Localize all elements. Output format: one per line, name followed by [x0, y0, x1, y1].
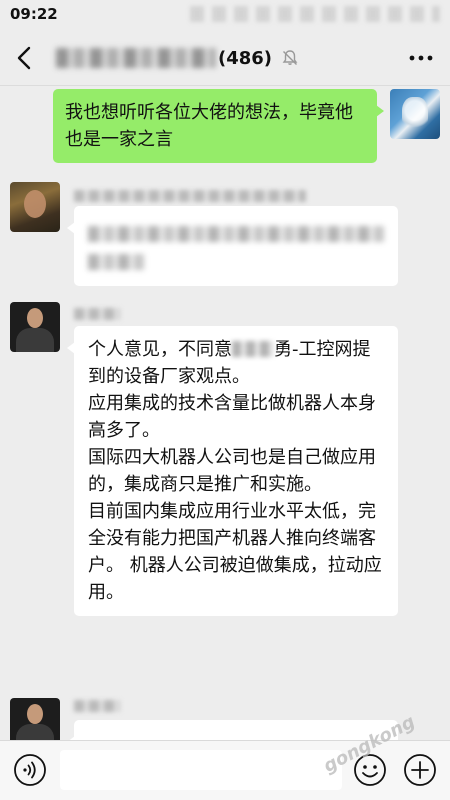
sender-name-blurred — [74, 700, 120, 712]
more-dots-icon — [409, 55, 433, 61]
message-bubble-incoming-blurred[interactable] — [67, 206, 398, 286]
message-paragraph: 应用集成的技术含量比做机器人本身高多了。 — [88, 393, 376, 441]
message-text: 个人意见，不同意 — [88, 339, 232, 360]
more-options-button[interactable] — [406, 48, 436, 68]
chat-message-list[interactable]: 我也想听听各位大佬的想法，毕竟他也是一家之言 个人意见，不同意 勇-工控网提到的设… — [0, 86, 450, 740]
avatar-sender-3[interactable] — [10, 698, 60, 740]
message-paragraph: 个人意见，不同意 勇-工控网提到的设备厂家观点。 — [88, 336, 386, 390]
mute-bell-icon — [282, 50, 298, 65]
chevron-left-icon — [17, 46, 31, 70]
message-bubble-incoming[interactable]: 个人意见，不同意 勇-工控网提到的设备厂家观点。 应用集成的技术含量比做机器人本身… — [67, 326, 398, 616]
emoji-button[interactable] — [353, 753, 387, 787]
avatar-self[interactable] — [390, 89, 440, 139]
chat-member-count: (486) — [218, 47, 273, 69]
sender-name-blurred — [74, 190, 306, 202]
avatar-sender-2[interactable] — [10, 302, 60, 352]
emoji-smile-icon — [354, 754, 386, 786]
blurred-text-line — [88, 226, 384, 242]
message-bubble-outgoing[interactable]: 我也想听听各位大佬的想法，毕竟他也是一家之言 — [53, 89, 384, 163]
voice-icon — [14, 754, 46, 786]
plus-circle-icon — [404, 754, 436, 786]
chat-header: (486) — [0, 30, 450, 86]
sender-name-blurred — [74, 308, 120, 320]
status-time: 09:22 — [10, 5, 58, 23]
back-button[interactable] — [10, 43, 40, 73]
status-bar: 09:22 — [0, 0, 450, 30]
chat-title-name-blurred — [56, 48, 216, 68]
more-actions-button[interactable] — [403, 753, 437, 787]
message-paragraph: 目前国内集成应用行业水平太低，完全没有能力把国产机器人推向终端客户。 机器人公司… — [88, 501, 382, 603]
blurred-text-line — [88, 254, 144, 270]
message-paragraph: 国际四大机器人公司也是自己做应用的，集成商只是推广和实施。 — [88, 447, 376, 495]
status-icons-blurred — [190, 6, 440, 22]
avatar-sender-1[interactable] — [10, 182, 60, 232]
voice-input-button[interactable] — [13, 753, 47, 787]
message-bubble-incoming-partial[interactable] — [67, 720, 398, 740]
input-bar — [0, 740, 450, 800]
message-input[interactable] — [60, 750, 342, 790]
message-text: 我也想听听各位大佬的想法，毕竟他也是一家之言 — [65, 102, 353, 150]
chat-title: (486) — [56, 45, 300, 71]
mention-blurred — [232, 341, 274, 357]
